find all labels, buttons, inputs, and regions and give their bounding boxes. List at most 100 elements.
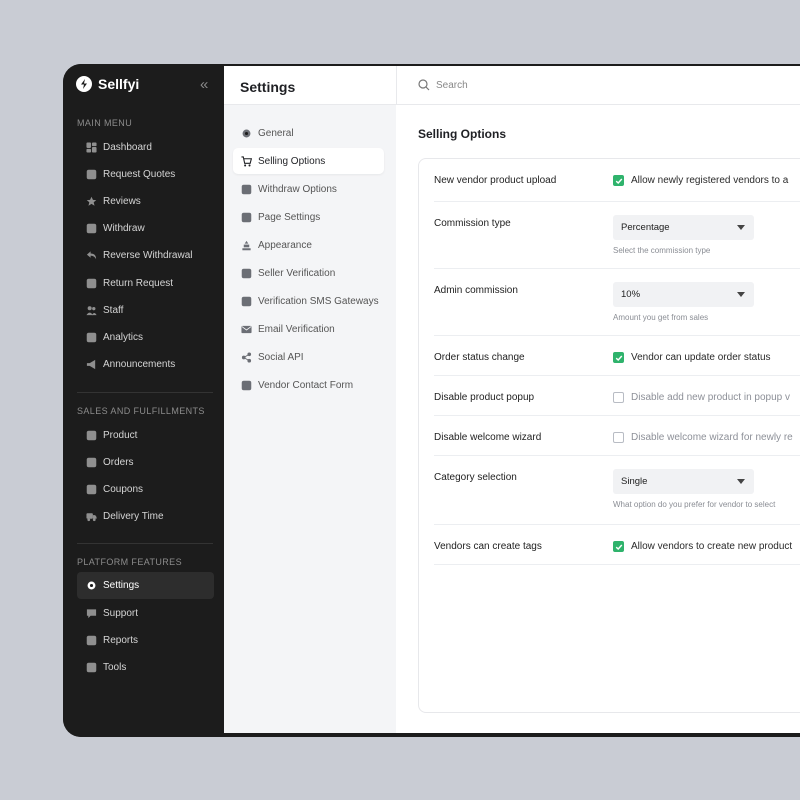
setting-row-disable-welcome-wizard: Disable welcome wizard Disable welcome wi…	[434, 416, 800, 456]
setting-checkbox-option[interactable]: Vendor can update order status	[613, 352, 771, 363]
sidebar-divider	[77, 543, 213, 544]
sidebar-item-label: Return Request	[103, 278, 174, 289]
sidebar-item-product[interactable]: Product	[77, 422, 214, 449]
sidebar-item-support[interactable]: Support	[77, 600, 214, 627]
setting-helper-text: Select the commission type	[613, 246, 711, 255]
subnav-item-label: Social API	[258, 351, 304, 363]
sidebar-item-reviews[interactable]: Reviews	[77, 188, 214, 215]
setting-select[interactable]: Percentage	[613, 215, 754, 240]
email-icon	[241, 324, 252, 335]
setting-label: Admin commission	[434, 285, 518, 296]
setting-row-category-selection: Category selection Single What option do y…	[434, 456, 800, 525]
sidebar-item-return-request[interactable]: Return Request	[77, 270, 214, 297]
sidebar-item-label: Reports	[103, 635, 139, 646]
setting-row-vendors-can-create-tags: Vendors can create tags Allow vendors to …	[434, 525, 800, 565]
megaphone-icon	[86, 359, 97, 370]
checkbox-unchecked[interactable]	[613, 432, 624, 443]
brand[interactable]: Sellfyi	[76, 73, 139, 95]
page-icon	[241, 212, 252, 223]
sidebar-divider	[77, 392, 213, 393]
checkbox-unchecked[interactable]	[613, 392, 624, 403]
sidebar-item-label: Tools	[103, 662, 127, 673]
page-title: Settings	[240, 79, 296, 95]
caret-down-icon	[737, 292, 745, 297]
subnav-item-label: Verification SMS Gateways	[258, 295, 379, 307]
setting-row-commission-type: Commission type Percentage Select the comm…	[434, 202, 800, 269]
subnav-item-general[interactable]: General	[233, 120, 384, 146]
sidebar-item-settings[interactable]: Settings	[77, 572, 214, 599]
setting-row-new-vendor-product-upload: New vendor product upload Allow newly reg…	[434, 159, 800, 202]
subnav-item-email-verification[interactable]: Email Verification	[233, 316, 384, 342]
coupon-icon	[86, 484, 97, 495]
sidebar-item-label: Announcements	[103, 359, 176, 370]
sidebar-item-tools[interactable]: Tools	[77, 654, 214, 681]
box-icon	[86, 430, 97, 441]
setting-checkbox-option[interactable]: Disable welcome wizard for newly re	[613, 432, 793, 443]
sidebar-item-announcements[interactable]: Announcements	[77, 351, 214, 378]
cart-icon	[241, 155, 252, 167]
sidebar-item-analytics[interactable]: Analytics	[77, 324, 214, 351]
setting-select[interactable]: 10%	[613, 282, 754, 307]
sidebar-item-reports[interactable]: Reports	[77, 627, 214, 654]
orders-icon	[86, 457, 97, 468]
subnav-item-social-api[interactable]: Social API	[233, 344, 384, 370]
setting-select[interactable]: Single	[613, 469, 754, 494]
settings-subnav: General Selling Options Withdraw Options Pa…	[224, 105, 396, 733]
content-area: Settings Search General Selling Options Wi…	[224, 66, 800, 733]
subnav-item-seller-verification[interactable]: Seller Verification	[233, 260, 384, 286]
section-heading: Selling Options	[418, 127, 507, 141]
checkbox-label: Allow newly registered vendors to a	[631, 175, 789, 186]
select-value: Single	[621, 476, 648, 487]
checkbox-label: Vendor can update order status	[631, 352, 771, 363]
checkbox-checked[interactable]	[613, 175, 624, 186]
report-icon	[86, 635, 97, 646]
sidebar-item-staff[interactable]: Staff	[77, 297, 214, 324]
checkbox-checked[interactable]	[613, 352, 624, 363]
checkbox-checked[interactable]	[613, 541, 624, 552]
reverse-icon	[86, 250, 97, 261]
sidebar-section-title: MAIN MENU	[77, 118, 133, 128]
subnav-item-label: Page Settings	[258, 211, 321, 223]
sidebar-item-label: Reverse Withdrawal	[103, 250, 193, 261]
analytics-icon	[86, 332, 97, 343]
subnav-item-label: General	[258, 127, 294, 139]
star-icon	[86, 196, 97, 207]
setting-row-admin-commission: Admin commission 10% Amount you get from s…	[434, 269, 800, 336]
truck-icon	[86, 511, 97, 522]
subnav-item-appearance[interactable]: Appearance	[233, 232, 384, 258]
sidebar-item-coupons[interactable]: Coupons	[77, 476, 214, 503]
subnav-item-label: Withdraw Options	[258, 183, 337, 195]
checkbox-label: Disable welcome wizard for newly re	[631, 432, 793, 443]
sidebar-item-label: Settings	[103, 580, 140, 591]
social-icon	[241, 351, 252, 363]
gear-icon	[241, 128, 252, 139]
subnav-item-selling-options[interactable]: Selling Options	[233, 148, 384, 174]
sidebar-item-dashboard[interactable]: Dashboard	[77, 134, 214, 161]
subnav-item-withdraw-options[interactable]: Withdraw Options	[233, 176, 384, 202]
setting-checkbox-option[interactable]: Allow vendors to create new product	[613, 541, 792, 552]
setting-helper-text: What option do you prefer for vendor to …	[613, 500, 776, 509]
sidebar-item-request-quotes[interactable]: Request Quotes	[77, 161, 214, 188]
tools-icon	[86, 662, 97, 673]
collapse-sidebar-icon[interactable]: «	[200, 77, 208, 92]
checkbox-label: Disable add new product in popup v	[631, 392, 790, 403]
sidebar-item-delivery-time[interactable]: Delivery Time	[77, 503, 214, 530]
select-value: 10%	[621, 289, 641, 300]
setting-label: Order status change	[434, 352, 525, 363]
settings-card: New vendor product upload Allow newly reg…	[418, 158, 800, 713]
setting-label: Vendors can create tags	[434, 541, 542, 552]
subnav-item-vendor-contact-form[interactable]: Vendor Contact Form	[233, 372, 384, 398]
subnav-item-page-settings[interactable]: Page Settings	[233, 204, 384, 230]
sidebar-item-withdraw[interactable]: Withdraw	[77, 215, 214, 242]
sidebar-item-reverse-withdrawal[interactable]: Reverse Withdrawal	[77, 242, 214, 269]
sidebar-item-label: Request Quotes	[103, 169, 176, 180]
setting-checkbox-option[interactable]: Disable add new product in popup v	[613, 392, 790, 403]
setting-checkbox-option[interactable]: Allow newly registered vendors to a	[613, 175, 788, 186]
setting-label: New vendor product upload	[434, 175, 557, 186]
subnav-item-verification-sms-gateways[interactable]: Verification SMS Gateways	[233, 288, 384, 314]
sidebar-item-orders[interactable]: Orders	[77, 449, 214, 476]
sidebar-item-label: Dashboard	[103, 142, 152, 153]
search-placeholder: Search	[436, 79, 468, 91]
appearance-icon	[241, 240, 252, 251]
search-bar[interactable]: Search	[418, 79, 468, 91]
